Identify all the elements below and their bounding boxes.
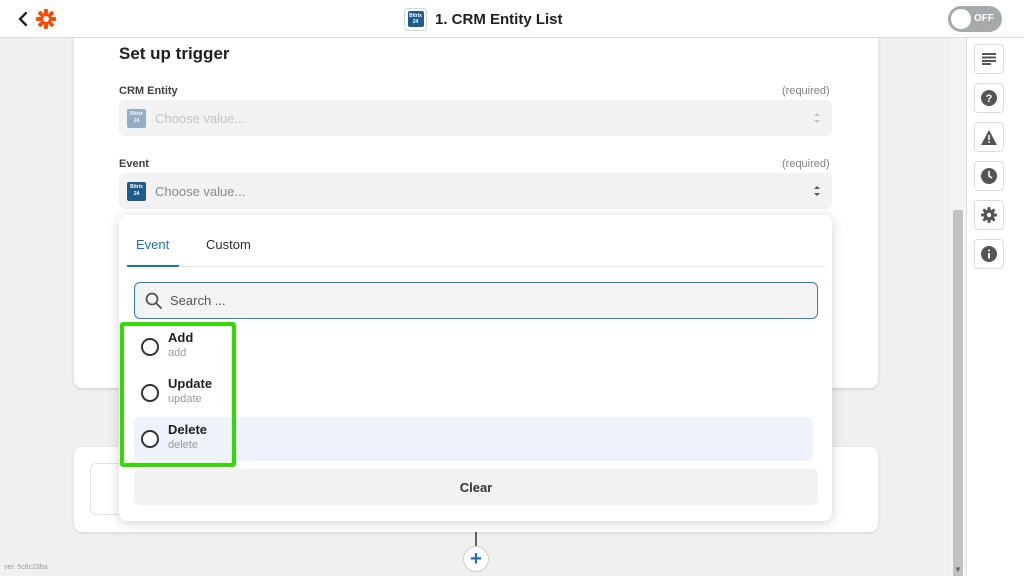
crm-entity-required: (required) — [782, 85, 830, 97]
svg-text:?: ? — [986, 93, 993, 105]
add-step-button[interactable]: + — [463, 546, 489, 572]
event-placeholder: Choose value... — [155, 183, 246, 199]
select-arrows-icon — [814, 113, 820, 123]
bitrix24-app-icon: Bitrix 24 — [404, 7, 427, 31]
version-label: ver. 5c6c23ba — [4, 564, 48, 571]
option-value: update — [168, 393, 202, 405]
event-required: (required) — [782, 158, 830, 170]
tab-custom[interactable]: Custom — [206, 237, 251, 252]
right-sidebar: ? — [966, 38, 1024, 576]
radio-button[interactable] — [141, 430, 159, 448]
option-label: Delete — [168, 422, 208, 437]
dropdown-tabs: Event Custom — [127, 231, 825, 267]
history-icon — [981, 168, 997, 184]
help-icon: ? — [981, 90, 997, 106]
alert-icon — [981, 129, 997, 145]
scrollbar[interactable]: ▼ — [950, 38, 966, 576]
active-tab-indicator — [127, 265, 179, 267]
toggle-knob — [951, 9, 971, 29]
crm-entity-placeholder: Choose value... — [155, 110, 246, 126]
tab-event[interactable]: Event — [136, 237, 169, 252]
event-label: Event — [119, 158, 149, 170]
bitrix24-app-icon: Bitrix 24 — [127, 108, 146, 128]
scrollbar-thumb[interactable] — [953, 210, 963, 576]
option-label: Add — [168, 330, 194, 345]
radio-button[interactable] — [141, 384, 159, 402]
crm-entity-label: CRM Entity — [119, 85, 178, 97]
zapier-logo-icon[interactable] — [35, 8, 57, 30]
settings-button[interactable] — [974, 200, 1004, 230]
info-button[interactable] — [974, 239, 1004, 269]
radio-button[interactable] — [141, 338, 159, 356]
alerts-button[interactable] — [974, 122, 1004, 152]
details-icon — [982, 53, 996, 65]
option-value: add — [168, 347, 187, 359]
zap-title[interactable]: Bitrix 24 1. CRM Entity List — [404, 7, 563, 31]
back-arrow-icon[interactable] — [14, 8, 34, 30]
option-update[interactable]: Update update — [134, 371, 813, 415]
history-button[interactable] — [974, 161, 1004, 191]
toggle-label: OFF — [974, 13, 994, 24]
clear-button[interactable]: Clear — [134, 469, 818, 505]
option-value: delete — [168, 439, 198, 451]
option-delete[interactable]: Delete delete — [134, 417, 813, 461]
details-button[interactable] — [974, 44, 1004, 74]
step-connector — [475, 532, 477, 546]
search-input[interactable] — [170, 293, 770, 308]
event-dropdown-popup: Event Custom Add add Update update Delet… — [119, 215, 832, 521]
search-icon — [145, 292, 162, 309]
info-icon — [981, 246, 997, 262]
search-field[interactable] — [134, 282, 818, 319]
top-bar: Bitrix 24 1. CRM Entity List OFF — [0, 0, 1024, 38]
crm-entity-select[interactable]: Bitrix 24 Choose value... — [119, 100, 832, 136]
section-title: Set up trigger — [119, 44, 230, 63]
option-label: Update — [168, 376, 213, 391]
help-button[interactable]: ? — [974, 83, 1004, 113]
event-select[interactable]: Bitrix 24 Choose value... — [119, 173, 832, 209]
settings-icon — [981, 207, 997, 223]
page-title: 1. CRM Entity List — [435, 10, 563, 28]
bitrix24-app-icon: Bitrix 24 — [127, 181, 146, 201]
scroll-down-arrow-icon[interactable]: ▼ — [954, 565, 962, 574]
option-add[interactable]: Add add — [134, 325, 813, 369]
zap-on-off-toggle[interactable]: OFF — [948, 6, 1002, 32]
select-arrows-icon — [814, 186, 820, 196]
